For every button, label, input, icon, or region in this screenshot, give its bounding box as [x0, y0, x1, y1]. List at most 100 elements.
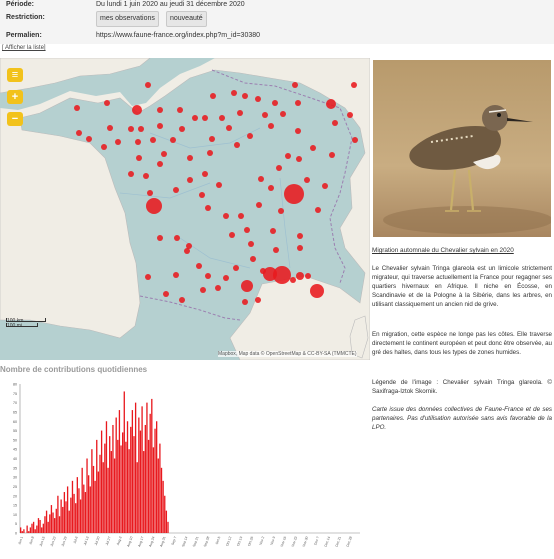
bar[interactable]	[152, 447, 155, 533]
bar[interactable]	[109, 436, 111, 533]
observation-dot[interactable]	[202, 171, 208, 177]
bar[interactable]	[60, 499, 62, 533]
permalink-value[interactable]: https://www.faune-france.org/index.php?m…	[96, 32, 260, 39]
bar[interactable]	[156, 421, 158, 533]
bar[interactable]	[36, 525, 38, 533]
observation-dot[interactable]	[202, 115, 208, 121]
bar[interactable]	[122, 432, 124, 533]
bar[interactable]	[63, 492, 66, 533]
bar[interactable]	[62, 506, 64, 533]
observation-dot[interactable]	[234, 142, 240, 148]
observation-dot[interactable]	[205, 273, 211, 279]
observation-dot[interactable]	[290, 277, 296, 283]
observation-dot[interactable]	[215, 285, 221, 291]
observation-dot[interactable]	[107, 125, 113, 131]
observation-dot[interactable]	[205, 205, 211, 211]
observation-dot[interactable]	[128, 126, 134, 132]
observation-dot[interactable]	[255, 96, 261, 102]
bar[interactable]	[83, 484, 85, 533]
bar[interactable]	[68, 510, 70, 533]
bar[interactable]	[167, 521, 169, 533]
observation-dot[interactable]	[273, 266, 291, 284]
observation-dot[interactable]	[179, 297, 185, 303]
observation-dot[interactable]	[241, 280, 253, 292]
bar[interactable]	[21, 531, 23, 533]
observation-dot[interactable]	[347, 112, 353, 118]
bar[interactable]	[20, 527, 22, 533]
observation-dot[interactable]	[184, 248, 190, 254]
observation-dot[interactable]	[177, 107, 183, 113]
observation-dot[interactable]	[223, 275, 229, 281]
observation-dot[interactable]	[200, 287, 206, 293]
observation-dot[interactable]	[255, 297, 261, 303]
observation-dot[interactable]	[295, 128, 301, 134]
observation-dot[interactable]	[86, 136, 92, 142]
observation-dot[interactable]	[174, 235, 180, 241]
observation-dot[interactable]	[157, 123, 163, 129]
observation-dot[interactable]	[187, 177, 193, 183]
observation-dot[interactable]	[292, 82, 298, 88]
observation-dot[interactable]	[231, 90, 237, 96]
bar[interactable]	[91, 449, 93, 533]
observation-dot[interactable]	[226, 125, 232, 131]
bar[interactable]	[141, 406, 143, 533]
bar[interactable]	[112, 424, 114, 533]
bar[interactable]	[159, 443, 161, 533]
observation-dot[interactable]	[135, 139, 141, 145]
bar[interactable]	[151, 398, 153, 533]
observation-dot[interactable]	[256, 202, 262, 208]
bar[interactable]	[107, 467, 109, 533]
observation-dot[interactable]	[157, 235, 163, 241]
observation-dot[interactable]	[322, 183, 328, 189]
bar[interactable]	[162, 480, 164, 533]
observation-dot[interactable]	[297, 233, 303, 239]
observation-dot[interactable]	[248, 241, 254, 247]
bar[interactable]	[165, 510, 168, 533]
bar[interactable]	[29, 527, 32, 533]
observation-dot[interactable]	[310, 145, 316, 151]
observation-dot[interactable]	[115, 139, 121, 145]
observation-dot[interactable]	[219, 115, 225, 121]
bar[interactable]	[71, 480, 74, 533]
bar[interactable]	[45, 510, 48, 533]
observation-dot[interactable]	[229, 232, 235, 238]
bar[interactable]	[123, 391, 125, 533]
observation-dot[interactable]	[163, 291, 169, 297]
bar[interactable]	[49, 514, 51, 533]
bar[interactable]	[81, 467, 83, 533]
bar[interactable]	[97, 471, 100, 533]
bar[interactable]	[23, 529, 25, 533]
observation-dot[interactable]	[173, 187, 179, 193]
observation-dot[interactable]	[352, 137, 358, 143]
observation-dot[interactable]	[157, 107, 163, 113]
bar[interactable]	[113, 458, 116, 534]
observation-dot[interactable]	[258, 176, 264, 182]
observation-dot[interactable]	[207, 150, 213, 156]
bar[interactable]	[57, 495, 59, 533]
observation-dot[interactable]	[250, 256, 256, 262]
observation-dot[interactable]	[285, 153, 291, 159]
bar[interactable]	[58, 516, 61, 533]
bar[interactable]	[139, 430, 142, 533]
observation-dot[interactable]	[242, 299, 248, 305]
bar[interactable]	[115, 417, 117, 533]
bar[interactable]	[126, 421, 129, 533]
observation-dot[interactable]	[268, 123, 274, 129]
bar[interactable]	[125, 441, 127, 533]
observation-dot[interactable]	[179, 126, 185, 132]
observation-dot[interactable]	[304, 177, 310, 183]
bar[interactable]	[92, 465, 95, 533]
bar[interactable]	[76, 477, 78, 533]
observation-dot[interactable]	[326, 99, 336, 109]
my-observations-button[interactable]: mes observations	[96, 11, 159, 27]
observation-dot[interactable]	[278, 208, 284, 214]
show-list-link[interactable]: [ Afficher la liste]	[2, 45, 46, 51]
bar[interactable]	[28, 531, 30, 533]
bar[interactable]	[37, 518, 40, 533]
observation-dot[interactable]	[305, 273, 311, 279]
observation-dot[interactable]	[216, 182, 222, 188]
bar[interactable]	[89, 486, 91, 533]
layers-icon[interactable]: ≡	[7, 68, 23, 82]
bar[interactable]	[143, 451, 145, 533]
observation-dot[interactable]	[237, 110, 243, 116]
